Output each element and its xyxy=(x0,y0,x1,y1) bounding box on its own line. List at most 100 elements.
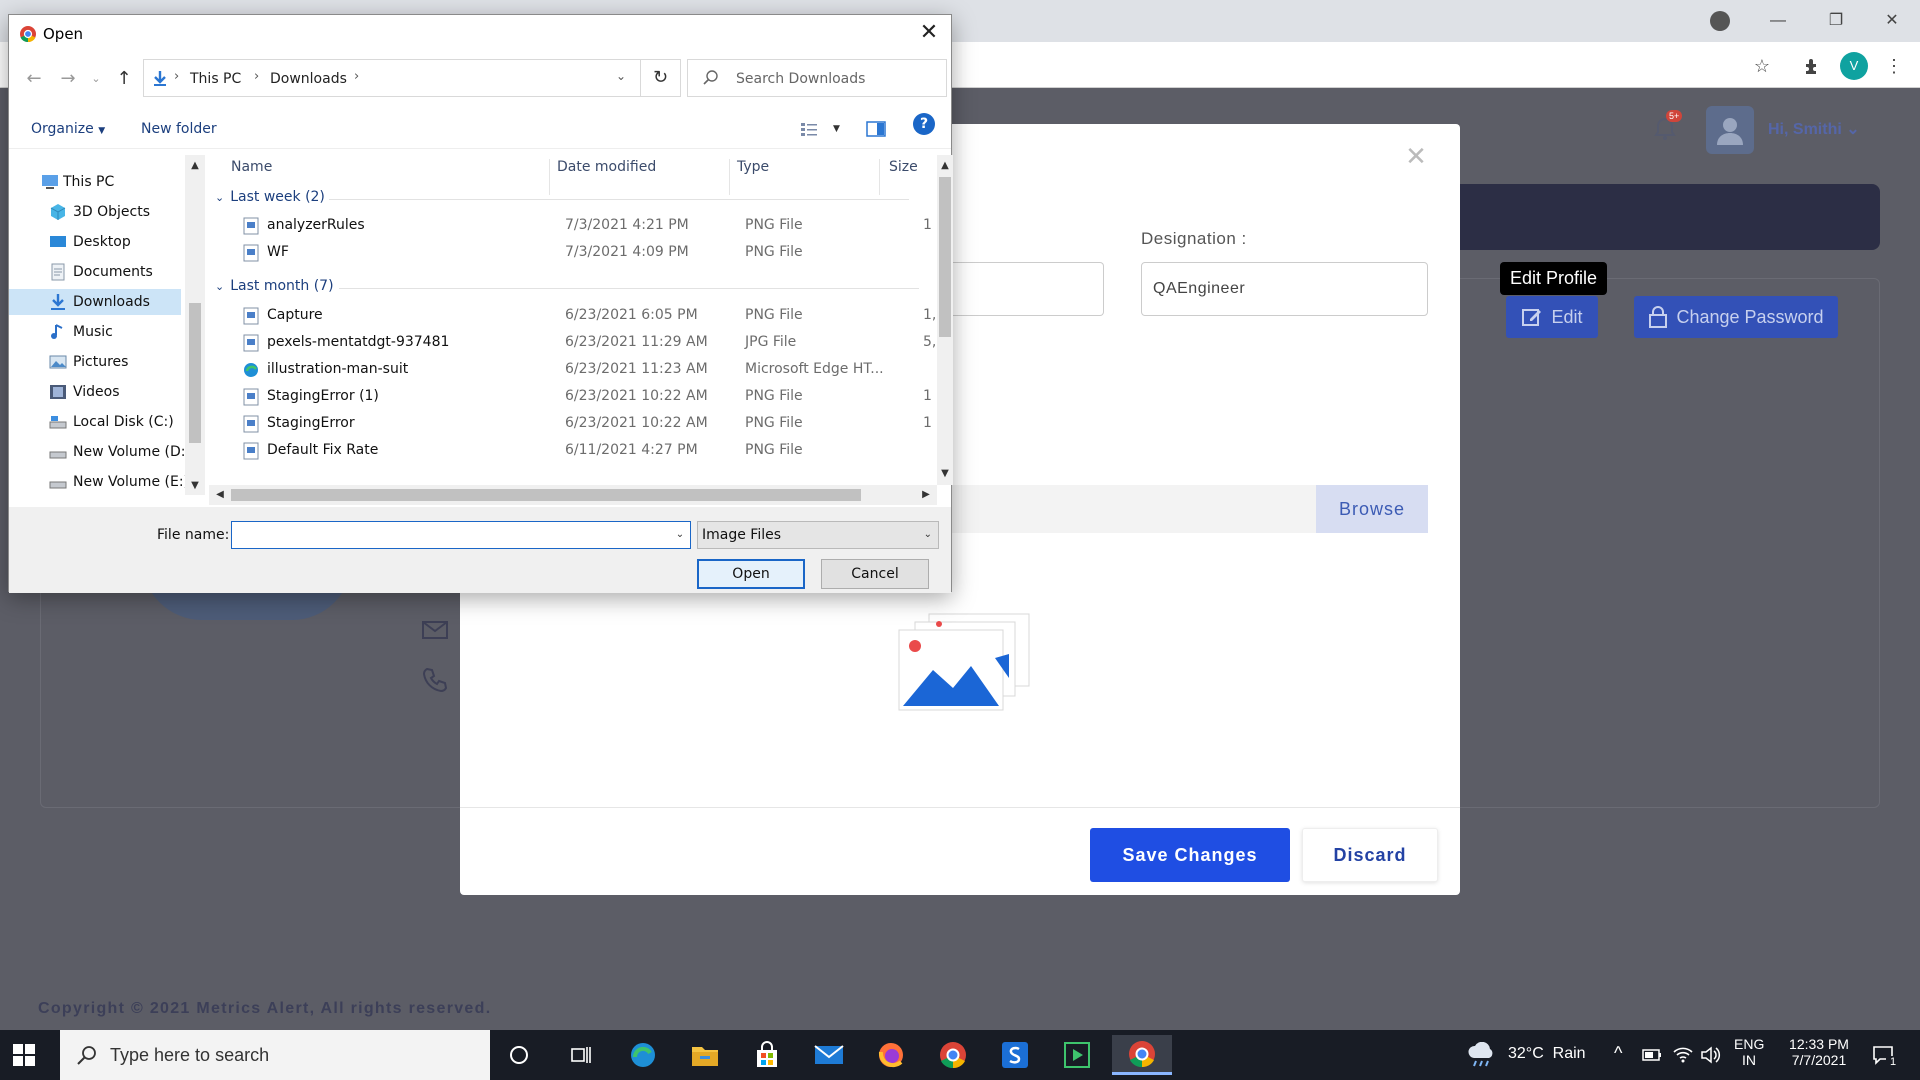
scroll-down-icon[interactable]: ▼ xyxy=(186,477,204,495)
user-avatar-icon[interactable] xyxy=(1706,106,1754,154)
nav-desktop[interactable]: Desktop xyxy=(9,229,181,255)
volume-icon[interactable] xyxy=(1700,1045,1722,1065)
recent-locations-chevron-icon[interactable]: ⌄ xyxy=(85,67,107,91)
clock[interactable]: 12:33 PM 7/7/2021 xyxy=(1774,1036,1864,1068)
weather-text[interactable]: 32°C Rain xyxy=(1508,1045,1586,1063)
column-name[interactable]: Name xyxy=(231,159,272,185)
windows-start-icon[interactable] xyxy=(12,1043,36,1067)
extensions-icon[interactable] xyxy=(1798,52,1826,80)
nav-new-volume-d[interactable]: New Volume (D:) xyxy=(9,439,189,465)
cancel-button[interactable]: Cancel xyxy=(821,559,929,589)
media-player-icon[interactable] xyxy=(1052,1035,1102,1075)
mail-app-icon[interactable] xyxy=(804,1035,854,1075)
dialog-close-button[interactable]: ✕ xyxy=(911,19,947,47)
file-list-vertical-scrollbar[interactable]: ▲ ▼ xyxy=(937,155,953,485)
firefox-icon[interactable] xyxy=(866,1035,916,1075)
view-dropdown-icon[interactable]: ▼ xyxy=(833,124,840,134)
file-row[interactable]: WF 7/3/2021 4:09 PM PNG File xyxy=(229,240,939,266)
file-row[interactable]: StagingError 6/23/2021 10:22 AM PNG File 1 xyxy=(229,411,939,437)
nav-new-volume-e[interactable]: New Volume (E:) xyxy=(9,469,189,495)
address-breadcrumb[interactable]: › This PC › Downloads › ⌄ xyxy=(143,59,641,97)
help-icon[interactable]: ? xyxy=(913,113,935,135)
scroll-right-icon[interactable]: ▶ xyxy=(917,486,935,504)
tab-search-icon[interactable] xyxy=(1710,11,1730,31)
taskbar-search-box[interactable]: Type here to search xyxy=(60,1030,490,1080)
profile-avatar[interactable]: V xyxy=(1840,52,1868,80)
bookmark-star-icon[interactable]: ☆ xyxy=(1748,52,1776,80)
preview-pane-icon[interactable] xyxy=(865,119,887,139)
breadcrumb-downloads[interactable]: Downloads xyxy=(270,71,347,87)
modal-close-icon[interactable]: ✕ xyxy=(1404,143,1428,169)
wifi-icon[interactable] xyxy=(1672,1044,1694,1064)
view-options-icon[interactable] xyxy=(799,119,821,139)
column-separator[interactable] xyxy=(549,159,550,195)
back-arrow-icon[interactable]: ← xyxy=(23,67,45,91)
file-row[interactable]: StagingError (1) 6/23/2021 10:22 AM PNG Fi… xyxy=(229,384,939,410)
scroll-up-icon[interactable]: ▲ xyxy=(186,157,204,175)
file-type-filter-select[interactable]: Image Files ⌄ xyxy=(697,521,939,549)
refresh-icon[interactable]: ↻ xyxy=(641,59,681,97)
scrollbar-thumb[interactable] xyxy=(189,303,201,443)
scroll-down-icon[interactable]: ▼ xyxy=(936,465,954,483)
nav-3d-objects[interactable]: 3D Objects xyxy=(9,199,181,225)
browse-button[interactable]: Browse xyxy=(1316,485,1428,533)
nav-videos[interactable]: Videos xyxy=(9,379,181,405)
address-dropdown-icon[interactable]: ⌄ xyxy=(616,69,626,83)
scroll-left-icon[interactable]: ◀ xyxy=(211,486,229,504)
scrollbar-thumb[interactable] xyxy=(939,177,951,337)
language-indicator[interactable]: ENG IN xyxy=(1734,1036,1764,1068)
task-view-icon[interactable] xyxy=(556,1035,606,1075)
save-changes-button[interactable]: Save Changes xyxy=(1090,828,1290,882)
edge-icon[interactable] xyxy=(618,1035,668,1075)
up-arrow-icon[interactable]: ↑ xyxy=(113,67,135,91)
weather-rain-icon[interactable] xyxy=(1466,1042,1496,1068)
battery-icon[interactable] xyxy=(1642,1048,1662,1062)
nav-documents[interactable]: Documents xyxy=(9,259,181,285)
nav-pictures[interactable]: Pictures xyxy=(9,349,181,375)
nav-pane-scrollbar[interactable]: ▲ ▼ xyxy=(185,155,205,495)
chevron-up-icon[interactable]: ^ xyxy=(1614,1043,1622,1064)
column-separator[interactable] xyxy=(879,159,880,195)
file-row[interactable]: illustration-man-suit 6/23/2021 11:23 AM M… xyxy=(229,357,939,383)
file-row[interactable]: Default Fix Rate 6/11/2021 4:27 PM PNG Fil… xyxy=(229,438,939,464)
microsoft-store-icon[interactable] xyxy=(742,1035,792,1075)
file-explorer-icon[interactable] xyxy=(680,1035,730,1075)
file-name-input[interactable] xyxy=(231,521,691,549)
column-separator[interactable] xyxy=(729,159,730,195)
open-button[interactable]: Open xyxy=(697,559,805,589)
file-list-horizontal-scrollbar[interactable]: ◀ ▶ xyxy=(209,485,937,505)
column-size[interactable]: Size xyxy=(889,159,918,185)
new-folder-button[interactable]: New folder xyxy=(141,121,217,137)
cortana-icon[interactable] xyxy=(494,1035,544,1075)
breadcrumb-this-pc[interactable]: This PC xyxy=(190,71,241,87)
change-password-button[interactable]: Change Password xyxy=(1634,296,1838,338)
file-name-dropdown-icon[interactable]: ⌄ xyxy=(669,521,691,549)
file-row[interactable]: pexels-mentatdgt-937481 6/23/2021 11:29 A… xyxy=(229,330,941,356)
restore-button[interactable]: ❐ xyxy=(1816,8,1856,34)
forward-arrow-icon[interactable]: → xyxy=(57,67,79,91)
nav-local-disk-c[interactable]: Local Disk (C:) xyxy=(9,409,181,435)
column-type[interactable]: Type xyxy=(737,159,769,185)
nav-music[interactable]: Music xyxy=(9,319,181,345)
designation-field[interactable]: QAEngineer xyxy=(1141,262,1428,316)
close-window-button[interactable]: ✕ xyxy=(1872,8,1912,34)
group-last-month[interactable]: ⌄ Last month (7) xyxy=(215,278,334,300)
minimize-button[interactable]: — xyxy=(1758,8,1798,34)
discard-button[interactable]: Discard xyxy=(1302,828,1438,882)
column-date-modified[interactable]: Date modified xyxy=(557,159,656,185)
skype-like-app-icon[interactable] xyxy=(990,1035,1040,1075)
scrollbar-thumb[interactable] xyxy=(231,489,861,501)
chrome-taskbar-icon[interactable] xyxy=(928,1035,978,1075)
menu-kebab-icon[interactable]: ⋮ xyxy=(1880,52,1908,80)
group-last-week[interactable]: ⌄ Last week (2) xyxy=(215,189,325,211)
organize-button[interactable]: Organize ▼ xyxy=(31,121,105,137)
nav-this-pc[interactable]: This PC xyxy=(9,169,181,195)
file-row[interactable]: Capture6/23/2021 6:05 PMPNG File1,6 xyxy=(229,303,941,329)
file-row[interactable]: analyzerRules 7/3/2021 4:21 PM PNG File 1 xyxy=(229,213,939,239)
edit-profile-button[interactable]: Edit xyxy=(1506,296,1598,338)
chrome-active-taskbar-icon[interactable] xyxy=(1112,1035,1172,1075)
user-greeting[interactable]: Hi, Smithi ⌄ xyxy=(1768,119,1860,139)
dialog-titlebar[interactable]: Open ✕ xyxy=(9,15,951,51)
search-downloads-input[interactable]: Search Downloads xyxy=(687,59,947,97)
nav-downloads[interactable]: Downloads xyxy=(9,289,181,315)
